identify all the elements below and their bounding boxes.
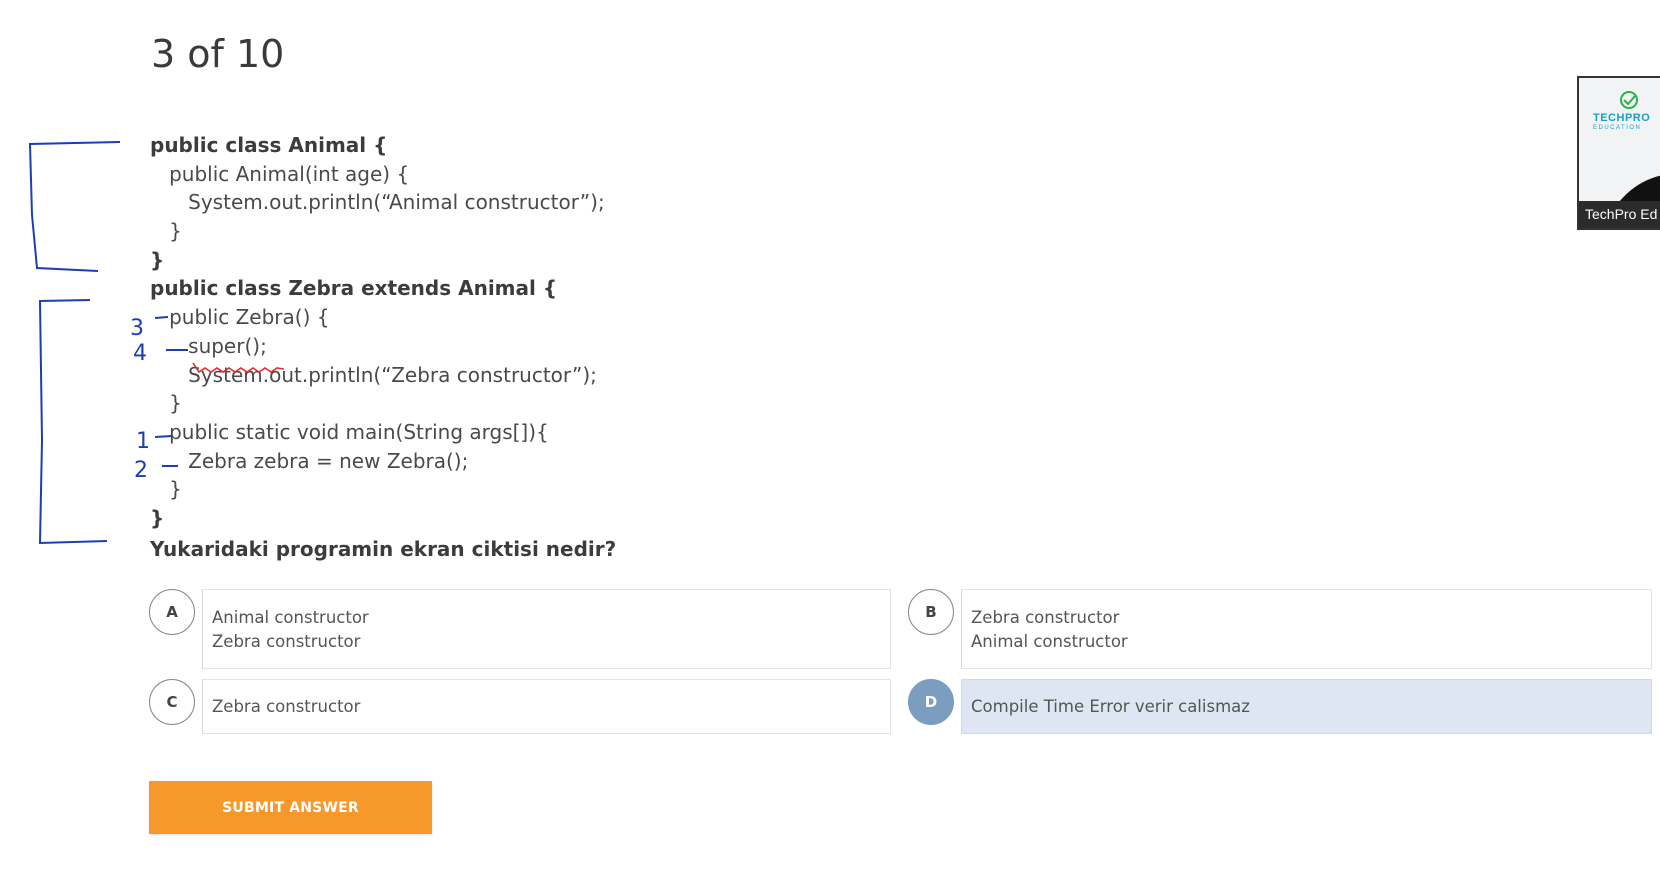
option-b-line-2: Animal constructor bbox=[971, 632, 1128, 651]
option-b-line-1: Zebra constructor bbox=[971, 608, 1120, 627]
code-line: super(); bbox=[150, 333, 267, 358]
annotation-number: 1 bbox=[136, 429, 150, 454]
submit-answer-button[interactable]: SUBMIT ANSWER bbox=[149, 781, 432, 834]
code-line: System.out.println(“Animal constructor”)… bbox=[150, 190, 605, 215]
code-line: } bbox=[150, 391, 182, 416]
code-line: Zebra zebra = new Zebra(); bbox=[150, 448, 469, 473]
code-line: public Zebra() { bbox=[150, 305, 330, 330]
webcam-participant-name: TechPro Ed bbox=[1579, 201, 1660, 228]
option-c-radio[interactable]: C bbox=[149, 679, 195, 725]
option-a-radio[interactable]: A bbox=[149, 589, 195, 635]
annotation-number: 4 bbox=[133, 341, 147, 366]
code-line: public static void main(String args[]){ bbox=[150, 419, 549, 444]
code-line: public class Zebra extends Animal { bbox=[150, 276, 558, 301]
code-line: } bbox=[150, 247, 165, 272]
option-d-box[interactable]: Compile Time Error verir calismaz bbox=[961, 679, 1652, 734]
code-line: public Animal(int age) { bbox=[150, 161, 410, 186]
annotation-bracket-zebra bbox=[38, 299, 108, 545]
option-d-line-1: Compile Time Error verir calismaz bbox=[971, 697, 1250, 716]
question-progress: 3 of 10 bbox=[151, 32, 285, 76]
webcam-logo-text: TECHPRO bbox=[1593, 112, 1651, 124]
option-b-box[interactable]: Zebra constructor Animal constructor bbox=[961, 589, 1652, 669]
code-line: } bbox=[150, 477, 182, 502]
option-a-line-1: Animal constructor bbox=[212, 608, 369, 627]
annotation-number: 2 bbox=[134, 458, 148, 483]
annotation-number: 3 bbox=[130, 316, 144, 341]
option-b-radio[interactable]: B bbox=[908, 589, 954, 635]
annotation-bracket-animal bbox=[28, 141, 121, 272]
code-line: } bbox=[150, 219, 182, 244]
option-a-box[interactable]: Animal constructor Zebra constructor bbox=[202, 589, 891, 669]
code-line: } bbox=[150, 505, 165, 530]
webcam-thumbnail[interactable]: TECHPRO EDUCATION TechPro Ed bbox=[1577, 76, 1660, 230]
option-d-radio[interactable]: D bbox=[908, 679, 954, 725]
option-c-box[interactable]: Zebra constructor bbox=[202, 679, 891, 734]
code-line: public class Animal { bbox=[150, 133, 388, 157]
option-a-line-2: Zebra constructor bbox=[212, 632, 361, 651]
code-line: System.out.println(“Zebra constructor”); bbox=[150, 362, 597, 387]
code-block: public class Animal { public Animal(int … bbox=[150, 131, 605, 533]
webcam-logo-subtext: EDUCATION bbox=[1593, 125, 1642, 131]
question-text: Yukaridaki programin ekran ciktisi nedir… bbox=[150, 537, 617, 561]
option-c-line-1: Zebra constructor bbox=[212, 697, 361, 716]
